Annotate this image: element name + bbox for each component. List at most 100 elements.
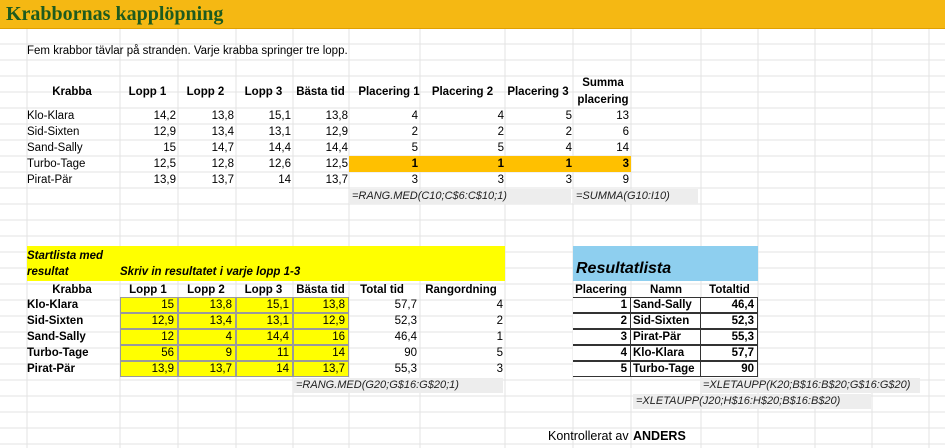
top-cell-l2: 13,7 bbox=[211, 174, 234, 186]
top-cell-name: Turbo-Tage bbox=[27, 158, 86, 170]
top-cell-p3: 5 bbox=[565, 110, 572, 122]
result-name: Pirat-Pär bbox=[630, 329, 701, 345]
start-list-rank: 5 bbox=[496, 347, 503, 359]
race-time-input-best[interactable]: 13,8 bbox=[293, 297, 349, 313]
start-list-header-4: Bästa tid bbox=[296, 284, 345, 296]
start-list-name: Sid-Sixten bbox=[27, 315, 84, 327]
result-name: Turbo-Tage bbox=[630, 361, 701, 377]
race-time-input-l1[interactable]: 56 bbox=[120, 345, 178, 361]
race-time-input-l3[interactable]: 14,4 bbox=[236, 329, 293, 345]
race-time-input-l3[interactable]: 15,1 bbox=[236, 297, 293, 313]
result-header-time: Totaltid bbox=[709, 284, 750, 296]
top-cell-p2: 1 bbox=[497, 158, 504, 170]
top-header-0: Krabba bbox=[52, 86, 92, 98]
start-list-name: Pirat-Pär bbox=[27, 363, 75, 375]
top-header-2: Lopp 2 bbox=[186, 86, 225, 98]
race-time-input-l1[interactable]: 13,9 bbox=[120, 361, 178, 377]
start-list-rank: 2 bbox=[496, 315, 503, 327]
top-cell-best: 13,8 bbox=[325, 110, 348, 122]
sheet-title: Krabbornas kapplöpning bbox=[6, 3, 224, 25]
start-list-instruction: Skriv in resultatet i varje lopp 1-3 bbox=[120, 266, 301, 278]
race-time-input-l3[interactable]: 14 bbox=[236, 361, 293, 377]
top-cell-l3: 13,1 bbox=[268, 126, 291, 138]
race-time-input-best[interactable]: 14 bbox=[293, 345, 349, 361]
start-list-total: 55,3 bbox=[394, 363, 417, 375]
start-list-header-5: Total tid bbox=[360, 284, 404, 296]
top-cell-l2: 12,8 bbox=[211, 158, 234, 170]
top-cell-best: 13,7 bbox=[325, 174, 348, 186]
result-time: 46,4 bbox=[700, 297, 758, 313]
race-time-input-l1[interactable]: 12 bbox=[120, 329, 178, 345]
start-list-title-line2: resultat bbox=[27, 266, 69, 278]
top-header-4: Bästa tid bbox=[296, 86, 345, 98]
top-cell-l1: 14,2 bbox=[153, 110, 176, 122]
race-time-input-l1[interactable]: 15 bbox=[120, 297, 178, 313]
top-cell-best: 12,5 bbox=[325, 158, 348, 170]
name-lookup-formula: =XLETAUPP(J20;H$16:H$20;B$16:B$20) bbox=[633, 394, 871, 409]
top-cell-p2: 3 bbox=[497, 174, 504, 186]
race-time-input-best[interactable]: 16 bbox=[293, 329, 349, 345]
top-cell-l1: 15 bbox=[163, 142, 176, 154]
race-time-input-l1[interactable]: 12,9 bbox=[120, 313, 178, 329]
start-list-header-2: Lopp 2 bbox=[187, 284, 225, 296]
race-time-input-best[interactable]: 12,9 bbox=[293, 313, 349, 329]
result-header-place: Placering bbox=[575, 284, 627, 296]
top-cell-p1: 2 bbox=[411, 126, 418, 138]
time-lookup-formula: =XLETAUPP(K20;B$16:B$20;G$16:G$20) bbox=[700, 378, 920, 393]
result-name: Klo-Klara bbox=[630, 345, 701, 361]
top-header-sum-1: Summa bbox=[582, 77, 624, 89]
top-cell-l2: 14,7 bbox=[211, 142, 234, 154]
top-cell-l3: 14,4 bbox=[268, 142, 291, 154]
rank-formula-start-list: =RANG.MED(G20;G$16:G$20;1) bbox=[293, 378, 503, 393]
race-time-input-l3[interactable]: 11 bbox=[236, 345, 293, 361]
start-list-rank: 4 bbox=[496, 299, 503, 311]
checked-label: Kontrollerat av bbox=[548, 429, 629, 443]
race-time-input-l2[interactable]: 13,8 bbox=[178, 297, 236, 313]
top-cell-sum: 14 bbox=[616, 142, 629, 154]
top-cell-l3: 12,6 bbox=[268, 158, 291, 170]
start-list-total: 57,7 bbox=[394, 299, 417, 311]
top-cell-p3: 1 bbox=[565, 158, 572, 170]
top-cell-p3: 4 bbox=[565, 142, 572, 154]
top-header-sum-2: placering bbox=[577, 94, 629, 106]
result-list-title: Resultatlista bbox=[576, 260, 672, 277]
top-cell-name: Sid-Sixten bbox=[27, 126, 80, 138]
result-name: Sid-Sixten bbox=[630, 313, 701, 329]
start-list-header-0: Krabba bbox=[52, 284, 92, 296]
race-time-input-l2[interactable]: 13,7 bbox=[178, 361, 236, 377]
start-list-rank: 3 bbox=[496, 363, 503, 375]
checked-by: ANDERS bbox=[633, 429, 686, 443]
race-time-input-best[interactable]: 13,7 bbox=[293, 361, 349, 377]
race-time-input-l2[interactable]: 9 bbox=[178, 345, 236, 361]
result-place: 3 bbox=[573, 329, 631, 345]
race-time-input-l3[interactable]: 13,1 bbox=[236, 313, 293, 329]
top-cell-sum: 9 bbox=[622, 174, 629, 186]
top-cell-p3: 2 bbox=[565, 126, 572, 138]
result-time: 55,3 bbox=[700, 329, 758, 345]
top-cell-l3: 14 bbox=[278, 174, 291, 186]
top-cell-l2: 13,4 bbox=[211, 126, 234, 138]
top-cell-p2: 2 bbox=[497, 126, 504, 138]
result-time: 57,7 bbox=[700, 345, 758, 361]
start-list-total: 46,4 bbox=[394, 331, 417, 343]
top-cell-p1: 5 bbox=[411, 142, 418, 154]
top-cell-p1: 3 bbox=[411, 174, 418, 186]
top-cell-name: Sand-Sally bbox=[27, 142, 83, 154]
race-time-input-l2[interactable]: 13,4 bbox=[178, 313, 236, 329]
top-header-7: Placering 3 bbox=[507, 86, 569, 98]
result-place: 4 bbox=[573, 345, 631, 361]
top-cell-l1: 12,5 bbox=[153, 158, 176, 170]
top-cell-l1: 13,9 bbox=[153, 174, 176, 186]
top-cell-p1: 1 bbox=[411, 158, 418, 170]
top-cell-best: 14,4 bbox=[325, 142, 348, 154]
result-name: Sand-Sally bbox=[630, 297, 701, 313]
result-header-name: Namn bbox=[650, 284, 682, 296]
result-time: 52,3 bbox=[700, 313, 758, 329]
start-list-name: Klo-Klara bbox=[27, 299, 79, 311]
race-time-input-l2[interactable]: 4 bbox=[178, 329, 236, 345]
top-cell-best: 12,9 bbox=[325, 126, 348, 138]
top-header-1: Lopp 1 bbox=[128, 86, 167, 98]
top-header-5: Placering 1 bbox=[358, 86, 420, 98]
top-cell-name: Pirat-Pär bbox=[27, 174, 73, 186]
top-cell-sum: 13 bbox=[616, 110, 629, 122]
